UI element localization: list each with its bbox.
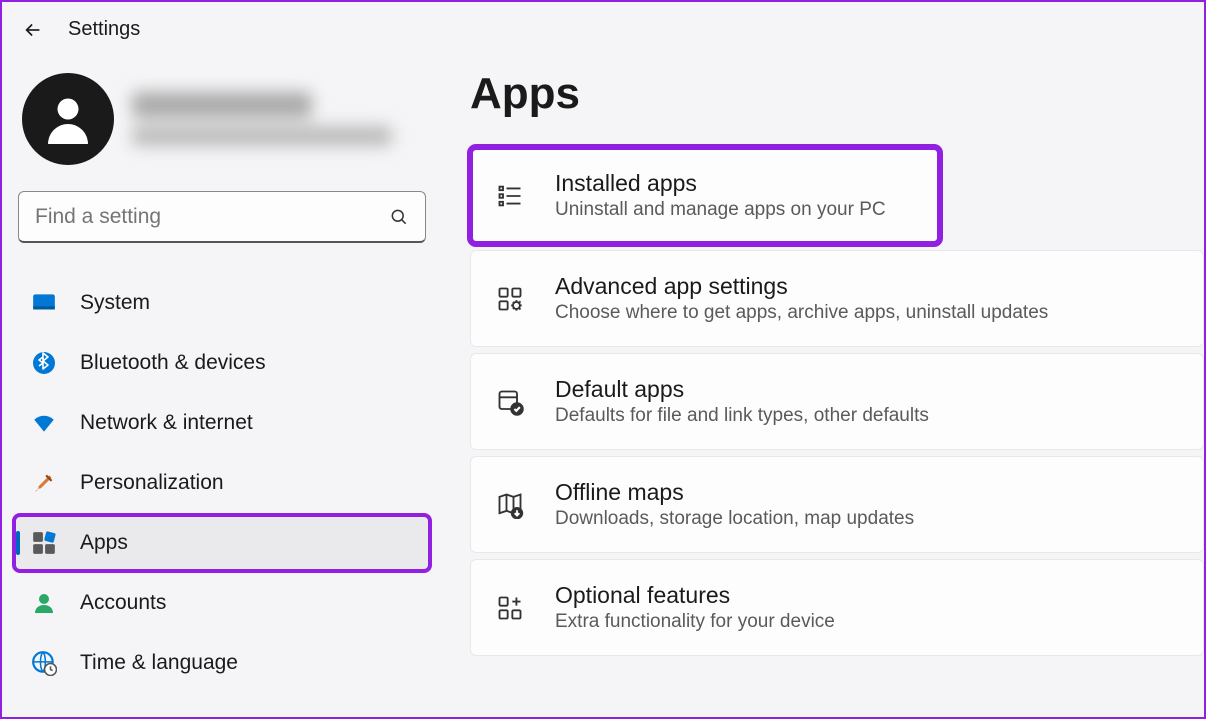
sidebar: System Bluetooth & devices Network & int… (2, 47, 442, 708)
nav-item-accounts[interactable]: Accounts (14, 575, 430, 631)
page-heading: Apps (470, 69, 1204, 119)
main-content: Apps Installed apps Uninstall and manage… (442, 47, 1204, 708)
nav-label: Apps (80, 531, 128, 555)
card-text: Installed apps Uninstall and manage apps… (555, 170, 886, 221)
card-desc: Extra functionality for your device (555, 611, 835, 633)
back-button[interactable] (22, 19, 44, 41)
display-icon (30, 289, 58, 317)
profile-text (132, 92, 422, 146)
app-check-icon (495, 387, 525, 417)
card-offline-maps[interactable]: Offline maps Downloads, storage location… (470, 456, 1204, 553)
card-title: Optional features (555, 582, 835, 609)
map-download-icon (495, 490, 525, 520)
bluetooth-icon (30, 349, 58, 377)
globe-clock-icon (30, 649, 58, 677)
wifi-icon (30, 409, 58, 437)
card-title: Installed apps (555, 170, 886, 197)
card-desc: Defaults for file and link types, other … (555, 405, 929, 427)
app-gear-icon (495, 284, 525, 314)
window-title: Settings (68, 18, 140, 41)
nav-item-apps[interactable]: Apps (14, 515, 430, 571)
card-optional-features[interactable]: Optional features Extra functionality fo… (470, 559, 1204, 656)
nav-label: Personalization (80, 471, 224, 495)
nav-label: Accounts (80, 591, 166, 615)
card-advanced-app-settings[interactable]: Advanced app settings Choose where to ge… (470, 250, 1204, 347)
nav-item-system[interactable]: System (14, 275, 430, 331)
card-title: Offline maps (555, 479, 914, 506)
nav-item-bluetooth[interactable]: Bluetooth & devices (14, 335, 430, 391)
titlebar: Settings (2, 2, 1204, 47)
avatar (22, 73, 114, 165)
card-installed-apps[interactable]: Installed apps Uninstall and manage apps… (470, 147, 940, 244)
nav-item-personalization[interactable]: Personalization (14, 455, 430, 511)
nav-label: Bluetooth & devices (80, 351, 266, 375)
card-default-apps[interactable]: Default apps Defaults for file and link … (470, 353, 1204, 450)
card-desc: Downloads, storage location, map updates (555, 508, 914, 530)
nav-label: Time & language (80, 651, 238, 675)
nav-list: System Bluetooth & devices Network & int… (14, 261, 430, 691)
profile-section[interactable] (14, 59, 430, 187)
card-text: Offline maps Downloads, storage location… (555, 479, 914, 530)
list-icon (495, 181, 525, 211)
search-box[interactable] (18, 191, 426, 243)
card-title: Default apps (555, 376, 929, 403)
nav-item-network[interactable]: Network & internet (14, 395, 430, 451)
search-icon (389, 207, 409, 227)
accounts-icon (30, 589, 58, 617)
person-icon (38, 89, 98, 149)
card-desc: Uninstall and manage apps on your PC (555, 199, 886, 221)
nav-label: Network & internet (80, 411, 253, 435)
search-input[interactable] (35, 205, 389, 229)
nav-label: System (80, 291, 150, 315)
card-text: Default apps Defaults for file and link … (555, 376, 929, 427)
paintbrush-icon (30, 469, 58, 497)
arrow-left-icon (22, 19, 44, 41)
cards-list: Installed apps Uninstall and manage apps… (470, 147, 1204, 656)
nav-item-time-language[interactable]: Time & language (14, 635, 430, 691)
card-text: Advanced app settings Choose where to ge… (555, 273, 1048, 324)
card-desc: Choose where to get apps, archive apps, … (555, 302, 1048, 324)
card-title: Advanced app settings (555, 273, 1048, 300)
card-text: Optional features Extra functionality fo… (555, 582, 835, 633)
app-plus-icon (495, 593, 525, 623)
apps-icon (30, 529, 58, 557)
